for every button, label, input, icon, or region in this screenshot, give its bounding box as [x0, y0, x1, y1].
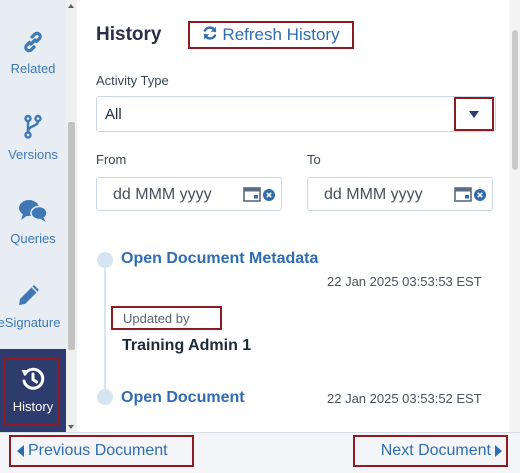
pen-icon [0, 282, 62, 311]
scroll-up-arrow-icon[interactable] [68, 4, 74, 8]
to-date-field[interactable]: dd MMM yyyy [307, 177, 493, 211]
event-title[interactable]: Open Document [121, 389, 245, 407]
to-label: To [307, 152, 321, 167]
refresh-history-label: Refresh History [222, 25, 340, 44]
sidebar-item-label: eSignature [0, 315, 61, 330]
clear-icon[interactable] [263, 188, 275, 206]
sidebar-item-label: Versions [8, 147, 58, 162]
updated-by-label: Updated by [111, 306, 222, 330]
refresh-history-button[interactable]: Refresh History [188, 21, 354, 49]
from-date-placeholder: dd MMM yyyy [113, 186, 212, 203]
chevron-right-icon [495, 445, 502, 457]
history-highlight [3, 358, 59, 426]
calendar-icon[interactable] [243, 186, 261, 207]
link-icon [0, 30, 66, 57]
updated-by-user: Training Admin 1 [122, 337, 252, 354]
sidebar-item-related[interactable]: Related [0, 30, 66, 76]
from-label: From [96, 152, 127, 167]
scroll-down-arrow-icon[interactable] [68, 425, 74, 429]
timeline-dot [97, 252, 113, 268]
sidebar-item-queries[interactable]: Queries [0, 198, 66, 246]
sidebar-item-esignature[interactable]: eSignature [0, 282, 62, 330]
sidebar-item-versions[interactable]: Versions [0, 114, 66, 162]
branch-icon [0, 114, 66, 143]
panel-scroll-thumb[interactable] [512, 30, 518, 170]
timeline-dot [97, 389, 113, 405]
event-title[interactable]: Open Document Metadata [121, 250, 318, 268]
sidebar-item-label: Queries [10, 231, 56, 246]
history-panel [77, 0, 509, 432]
page-title: History [96, 24, 162, 45]
sidebar-item-label: Related [10, 61, 56, 76]
sidebar-item-history[interactable]: History [0, 349, 66, 432]
chevron-left-icon [17, 445, 24, 457]
previous-document-button[interactable]: Previous Document [9, 435, 194, 467]
previous-document-label: Previous Document [28, 442, 168, 459]
next-document-button[interactable]: Next Document [353, 435, 508, 467]
event-timestamp: 22 Jan 2025 03:53:53 EST [327, 274, 482, 289]
next-document-label: Next Document [380, 442, 491, 459]
chevron-down-icon [469, 110, 479, 118]
activity-type-value: All [105, 106, 122, 123]
updated-by-text: Updated by [123, 310, 190, 326]
timeline-line [104, 258, 106, 398]
refresh-icon [202, 25, 218, 46]
chat-icon [0, 198, 66, 227]
activity-type-select[interactable]: All [96, 96, 496, 132]
from-date-field[interactable]: dd MMM yyyy [96, 177, 282, 211]
calendar-icon[interactable] [454, 186, 472, 207]
activity-type-dropdown-button[interactable] [454, 97, 494, 131]
clear-icon[interactable] [474, 188, 486, 206]
event-timestamp: 22 Jan 2025 03:53:52 EST [327, 391, 482, 406]
activity-type-label: Activity Type [96, 73, 169, 88]
to-date-placeholder: dd MMM yyyy [324, 186, 423, 203]
sidebar-scroll-thumb[interactable] [68, 122, 75, 350]
